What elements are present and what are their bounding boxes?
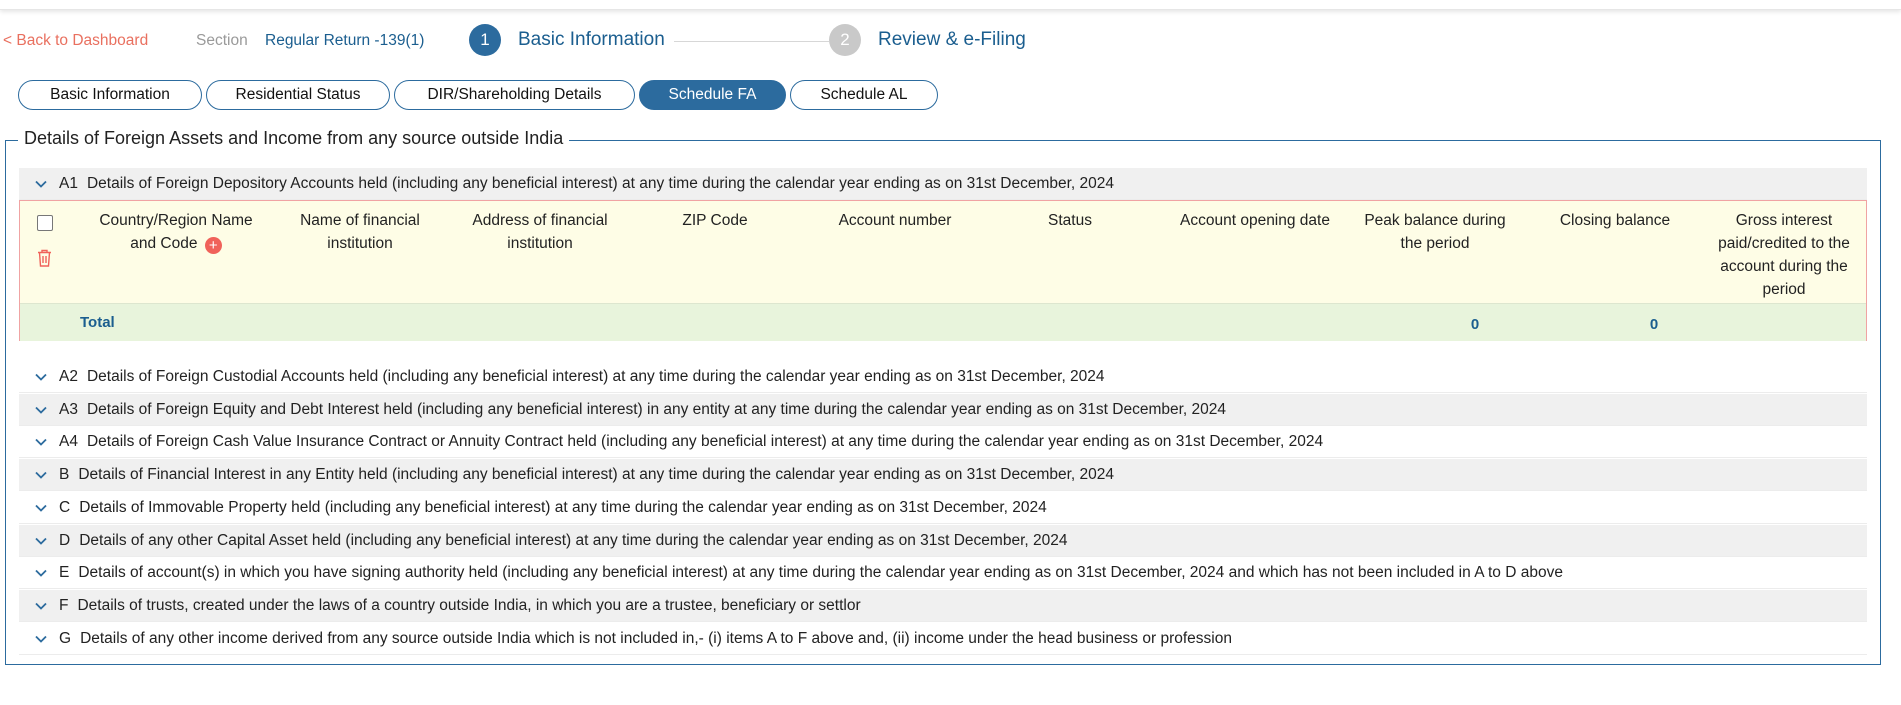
top-bar-divider <box>0 0 1901 10</box>
tab-residential-status[interactable]: Residential Status <box>206 80 390 110</box>
chevron-down-icon <box>35 504 47 512</box>
column-header-line: period <box>1762 281 1806 298</box>
section-label: Details of any other Capital Asset held … <box>79 531 1068 549</box>
column-header-institution-address: Address of financial institution <box>445 209 635 255</box>
section-label: Details of Immovable Property held (incl… <box>79 498 1047 516</box>
section-code: A3 <box>59 400 78 418</box>
total-peak-balance: 0 <box>1470 316 1480 333</box>
section-a3-header[interactable]: A3 Details of Foreign Equity and Debt In… <box>19 394 1867 426</box>
step-1-number: 1 <box>469 24 501 56</box>
column-header-country: Country/Region Name and Code + <box>76 209 276 255</box>
section-label: Details of Foreign Equity and Debt Inter… <box>86 400 1227 418</box>
panel-title: Details of Foreign Assets and Income fro… <box>18 128 570 149</box>
section-code: A1 <box>59 174 78 192</box>
section-code: F <box>59 596 69 614</box>
section-label: Details of trusts, created under the law… <box>77 596 861 614</box>
section-label: Details of Foreign Depository Accounts h… <box>86 174 1115 192</box>
select-all-checkbox[interactable] <box>37 215 53 231</box>
column-header-institution-name: Name of financial institution <box>265 209 455 255</box>
table-header-row: Country/Region Name and Code + Name of f… <box>20 201 1866 303</box>
section-code: A2 <box>59 367 78 385</box>
section-label: Details of account(s) in which you have … <box>78 563 1563 581</box>
step-connector <box>674 41 829 42</box>
column-header-closing-balance: Closing balance <box>1525 209 1705 232</box>
schedule-tabs: Basic Information Residential Status DIR… <box>18 80 938 112</box>
add-row-plus-icon[interactable]: + <box>204 237 222 254</box>
section-c-header[interactable]: C Details of Immovable Property held (in… <box>19 492 1867 524</box>
column-header-line: and Code <box>130 235 198 252</box>
section-code: E <box>59 563 70 581</box>
section-f-header[interactable]: F Details of trusts, created under the l… <box>19 590 1867 622</box>
column-header-line: Country/Region Name <box>99 212 253 229</box>
a1-accounts-table: Country/Region Name and Code + Name of f… <box>19 200 1867 341</box>
trash-icon[interactable] <box>36 248 53 268</box>
column-header-line: Gross interest <box>1735 212 1833 229</box>
section-e-header[interactable]: E Details of account(s) in which you hav… <box>19 557 1867 589</box>
chevron-down-icon <box>35 406 47 414</box>
section-code: G <box>59 629 72 647</box>
section-label: Details of any other income derived from… <box>80 629 1232 647</box>
step-2-label: Review & e-Filing <box>878 29 1026 50</box>
step-2-number: 2 <box>829 24 861 56</box>
section-a2-header[interactable]: A2 Details of Foreign Custodial Accounts… <box>19 361 1867 393</box>
column-header-line-with-add: and Code + <box>76 232 276 255</box>
tab-basic-information[interactable]: Basic Information <box>18 80 202 110</box>
total-label: Total <box>80 314 115 331</box>
step-review-e-filing[interactable]: 2 Review & e-Filing <box>829 24 1026 56</box>
page-header: < Back to Dashboard Section Regular Retu… <box>0 20 1901 60</box>
column-header-line: ZIP Code <box>682 212 748 229</box>
column-header-line: Account opening date <box>1180 212 1330 229</box>
chevron-down-icon <box>35 602 47 610</box>
column-header-gross-interest: Gross interest paid/credited to the acco… <box>1706 209 1862 301</box>
column-header-opening-date: Account opening date <box>1155 209 1355 232</box>
section-code: B <box>59 465 70 483</box>
column-header-line: paid/credited to the <box>1718 235 1850 252</box>
chevron-down-icon <box>35 180 47 188</box>
column-header-line: account during the <box>1720 258 1848 275</box>
chevron-down-icon <box>35 471 47 479</box>
step-basic-information[interactable]: 1 Basic Information <box>469 24 665 56</box>
column-header-status: Status <box>1020 209 1120 232</box>
section-b-header[interactable]: B Details of Financial Interest in any E… <box>19 459 1867 491</box>
section-a1-header[interactable]: A1 Details of Foreign Depository Account… <box>19 168 1867 200</box>
column-header-line: Closing balance <box>1559 212 1671 229</box>
chevron-down-icon <box>35 569 47 577</box>
section-d-header[interactable]: D Details of any other Capital Asset hel… <box>19 525 1867 557</box>
column-header-line: Name of financial <box>300 212 420 229</box>
column-header-line: Status <box>1048 212 1092 229</box>
tab-schedule-fa[interactable]: Schedule FA <box>639 80 786 110</box>
column-header-line: Account number <box>838 212 952 229</box>
step-1-label: Basic Information <box>518 29 665 50</box>
total-closing-balance: 0 <box>1649 316 1659 333</box>
column-header-peak-balance: Peak balance during the period <box>1345 209 1525 255</box>
section-label: Details of Foreign Cash Value Insurance … <box>86 432 1324 450</box>
section-g-header[interactable]: G Details of any other income derived fr… <box>19 623 1867 655</box>
section-value-link[interactable]: Regular Return -139(1) <box>265 32 424 50</box>
table-total-row: Total 0 0 <box>20 303 1866 341</box>
back-to-dashboard-link[interactable]: < Back to Dashboard <box>3 32 148 50</box>
chevron-down-icon <box>35 537 47 545</box>
column-header-line: Address of financial <box>472 212 608 229</box>
column-header-line: institution <box>327 235 393 252</box>
section-label: Details of Foreign Custodial Accounts he… <box>86 367 1105 385</box>
tab-schedule-al[interactable]: Schedule AL <box>790 80 938 110</box>
column-header-line: Peak balance during <box>1364 212 1506 229</box>
section-a4-header[interactable]: A4 Details of Foreign Cash Value Insuran… <box>19 426 1867 458</box>
chevron-down-icon <box>35 438 47 446</box>
chevron-down-icon <box>35 635 47 643</box>
section-label: Section <box>196 32 248 49</box>
tab-dir-shareholding-details[interactable]: DIR/Shareholding Details <box>394 80 635 110</box>
chevron-down-icon <box>35 373 47 381</box>
section-code: D <box>59 531 71 549</box>
section-label: Details of Financial Interest in any Ent… <box>78 465 1114 483</box>
section-code: A4 <box>59 432 78 450</box>
section-code: C <box>59 498 71 516</box>
column-header-line: institution <box>507 235 573 252</box>
column-header-line: the period <box>1400 235 1470 252</box>
column-header-zip-code: ZIP Code <box>645 209 785 232</box>
column-header-account-number: Account number <box>800 209 990 232</box>
